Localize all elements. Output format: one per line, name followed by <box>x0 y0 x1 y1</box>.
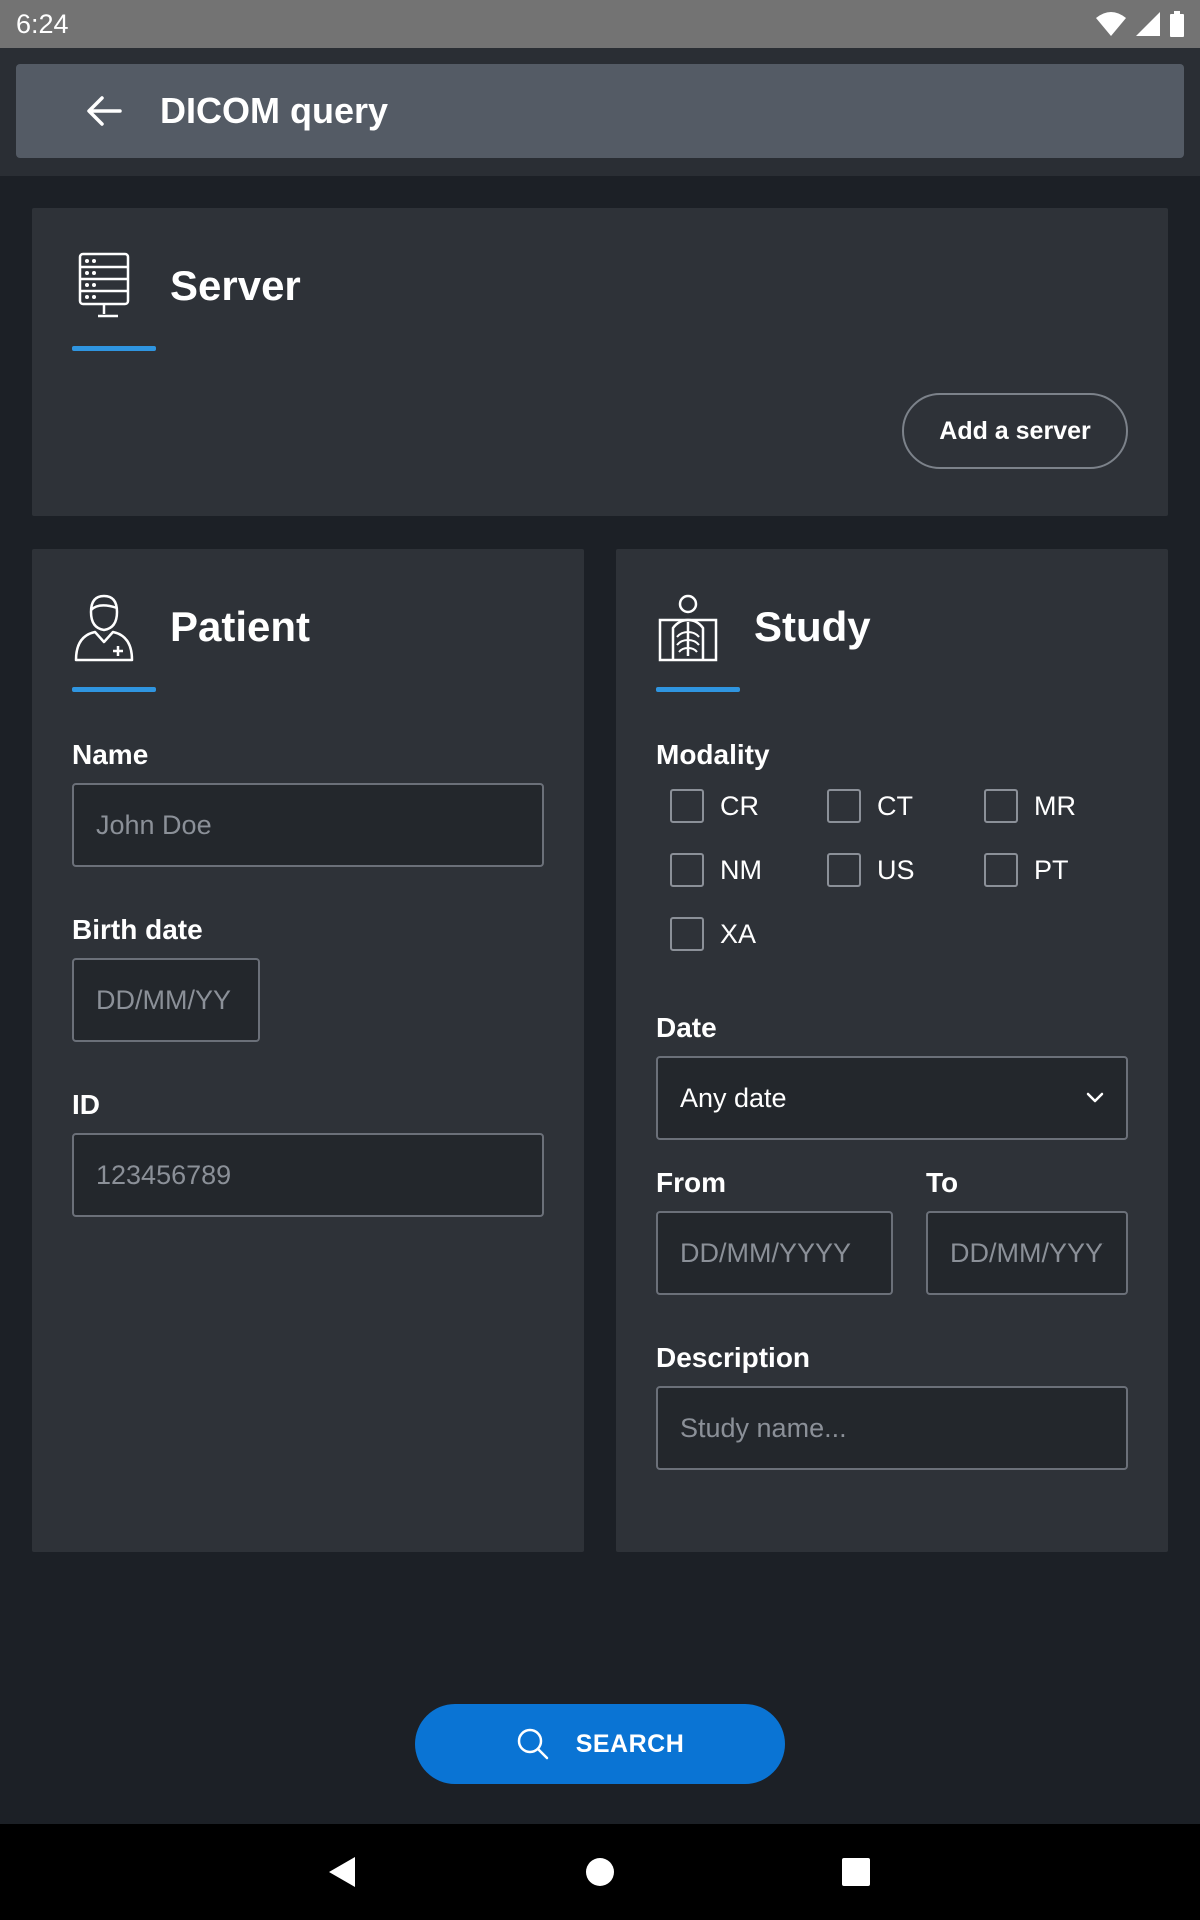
name-input[interactable] <box>72 783 544 867</box>
checkbox-label: CR <box>720 790 759 821</box>
description-label: Description <box>656 1342 811 1373</box>
patient-header: Patient <box>72 591 310 663</box>
modality-checkbox-pt[interactable]: PT <box>984 853 1069 887</box>
study-card: Study Modality CR CT MR NM US PT XA Date… <box>616 549 1168 1552</box>
app-bar-container: DICOM query <box>0 48 1200 176</box>
modality-checkbox-mr[interactable]: MR <box>984 789 1076 823</box>
page-title: DICOM query <box>160 90 389 131</box>
xray-chest-icon <box>656 591 720 663</box>
search-icon <box>517 1728 548 1760</box>
checkbox-label: PT <box>1034 854 1069 885</box>
birth-date-input[interactable] <box>72 958 260 1042</box>
status-time: 6:24 <box>16 8 69 39</box>
modality-label: Modality <box>656 739 770 770</box>
checkbox-box[interactable] <box>670 853 704 887</box>
checkbox-box[interactable] <box>984 853 1018 887</box>
search-button[interactable]: SEARCH <box>415 1704 785 1784</box>
from-date-input[interactable] <box>656 1211 893 1295</box>
add-server-button[interactable]: Add a server <box>902 393 1128 469</box>
id-input[interactable] <box>72 1133 544 1217</box>
study-title: Study <box>754 603 871 650</box>
study-header: Study <box>656 591 871 663</box>
checkbox-label: MR <box>1034 790 1076 821</box>
to-date-input[interactable] <box>926 1211 1128 1295</box>
checkbox-box[interactable] <box>827 789 861 823</box>
description-input[interactable] <box>656 1386 1128 1470</box>
nav-recents-button[interactable] <box>808 1824 904 1920</box>
checkbox-box[interactable] <box>984 789 1018 823</box>
nav-home-button[interactable] <box>552 1824 648 1920</box>
status-bar: 6:24 <box>0 0 1200 48</box>
modality-checkbox-us[interactable]: US <box>827 853 915 887</box>
patient-title: Patient <box>170 603 311 650</box>
nav-back-icon <box>329 1857 355 1887</box>
date-dropdown[interactable]: Any date <box>656 1056 1128 1140</box>
checkbox-label: CT <box>877 790 913 821</box>
nav-home-icon <box>586 1858 614 1886</box>
nav-recents-icon <box>842 1858 870 1886</box>
checkbox-label: NM <box>720 854 762 885</box>
wifi-icon <box>1096 12 1126 36</box>
checkbox-label: XA <box>720 918 757 949</box>
checkbox-box[interactable] <box>670 789 704 823</box>
patient-card: Patient Name Birth date ID <box>32 549 584 1552</box>
system-nav-bar <box>0 1824 1200 1920</box>
patient-icon <box>72 591 136 663</box>
patient-title-underline <box>72 687 156 692</box>
modality-checkbox-nm[interactable]: NM <box>670 853 762 887</box>
back-button[interactable] <box>74 81 134 141</box>
modality-checkbox-xa[interactable]: XA <box>670 917 756 951</box>
name-label: Name <box>72 739 149 770</box>
search-button-label: SEARCH <box>575 1729 685 1758</box>
battery-icon <box>1170 11 1184 37</box>
study-title-underline <box>656 687 740 692</box>
server-title: Server <box>170 262 301 309</box>
modality-checkbox-ct[interactable]: CT <box>827 789 913 823</box>
nav-back-button[interactable] <box>294 1824 390 1920</box>
app-bar: DICOM query <box>16 64 1184 158</box>
server-rack-icon <box>72 250 136 322</box>
checkbox-box[interactable] <box>827 853 861 887</box>
date-dropdown-value: Any date <box>680 1082 787 1113</box>
cell-signal-icon <box>1136 12 1160 36</box>
server-title-underline <box>72 346 156 351</box>
checkbox-label: US <box>877 854 915 885</box>
birth-date-label: Birth date <box>72 914 203 945</box>
checkbox-box[interactable] <box>670 917 704 951</box>
from-label: From <box>656 1167 726 1198</box>
status-icons <box>1096 11 1184 37</box>
date-label: Date <box>656 1012 717 1043</box>
server-card: Server Add a server <box>32 208 1168 516</box>
to-label: To <box>926 1167 959 1198</box>
server-header: Server <box>72 250 301 322</box>
modality-checkbox-cr[interactable]: CR <box>670 789 759 823</box>
arrow-left-icon <box>87 96 122 126</box>
chevron-down-icon <box>1086 1092 1104 1103</box>
id-label: ID <box>72 1089 100 1120</box>
